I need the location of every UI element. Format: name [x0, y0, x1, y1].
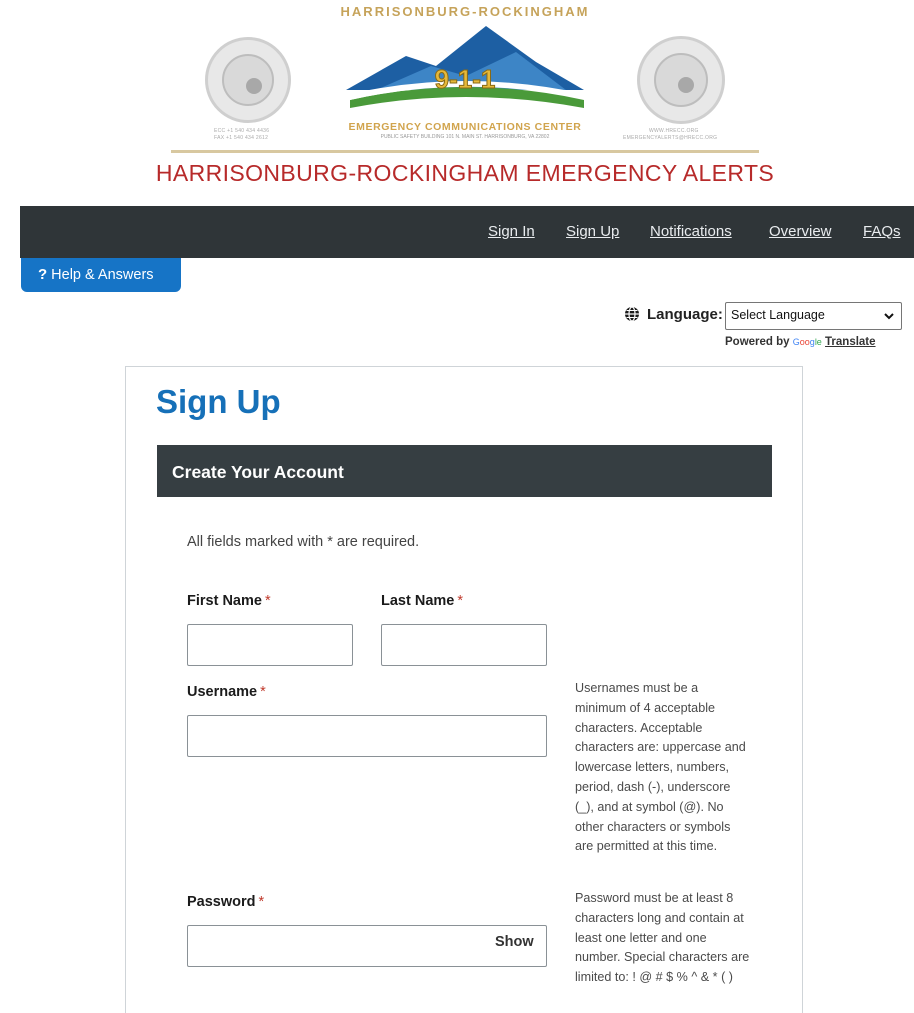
emblem-911-text: 9-1-1	[435, 64, 496, 94]
banner-phone: ECC +1 540 434 4436	[214, 128, 270, 134]
required-note: All fields marked with * are required.	[187, 534, 420, 550]
main-nav: Sign In Sign Up Notifications Overview F…	[20, 206, 914, 258]
first-name-label: First Name *	[187, 593, 271, 609]
translate-link[interactable]: Translate	[825, 336, 876, 348]
username-hint: Usernames must be a minimum of 4 accepta…	[575, 681, 746, 854]
help-answers-label: Help & Answers	[51, 267, 154, 283]
language-label: Language:	[647, 306, 723, 323]
nav-sign-in[interactable]: Sign In	[488, 223, 535, 240]
required-marker: *	[457, 593, 463, 609]
county-seal-logo	[637, 36, 725, 124]
help-answers-button[interactable]: ? Help & Answers	[21, 258, 181, 292]
language-select[interactable]: Select Language	[725, 302, 902, 330]
banner-divider	[171, 150, 759, 153]
username-input[interactable]	[187, 715, 547, 757]
city-seal-logo	[205, 37, 291, 123]
globe-icon	[625, 306, 639, 322]
password-label: Password *	[187, 894, 265, 910]
last-name-input[interactable]	[381, 624, 547, 666]
first-name-input[interactable]	[187, 624, 353, 666]
powered-by-google: Powered by Google Translate	[725, 336, 876, 348]
language-selected-value: Select Language	[731, 308, 825, 322]
question-icon: ?	[38, 266, 48, 283]
banner-fax: FAX +1 540 434 2612	[214, 135, 269, 141]
chevron-down-icon	[884, 313, 894, 320]
section-header: Create Your Account	[157, 445, 772, 497]
nav-faqs[interactable]: FAQs	[863, 223, 901, 240]
nav-notifications[interactable]: Notifications	[650, 223, 732, 240]
required-marker: *	[258, 894, 265, 910]
site-title: HARRISONBURG-ROCKINGHAM EMERGENCY ALERTS	[155, 160, 775, 186]
ecc-name: EMERGENCY COMMUNICATIONS CENTER	[348, 121, 582, 133]
header-banner: ECC +1 540 434 4436 FAX +1 540 434 2612 …	[0, 0, 914, 200]
required-marker: *	[264, 593, 271, 609]
password-input[interactable]	[187, 925, 547, 967]
banner-website: WWW.HRECC.ORG	[649, 128, 699, 134]
banner-email: EMERGENCYALERTS@HRECC.ORG	[623, 135, 718, 141]
nav-sign-up[interactable]: Sign Up	[566, 223, 619, 240]
page-title: Sign Up	[156, 383, 281, 420]
nav-overview[interactable]: Overview	[769, 223, 832, 240]
ecc-arc-text: HARRISONBURG-ROCKINGHAM	[340, 4, 590, 19]
last-name-label: Last Name *	[381, 593, 463, 609]
ecc-address: PUBLIC SAFETY BUILDING 101 N. MAIN ST. H…	[380, 134, 550, 140]
username-label: Username *	[187, 684, 266, 700]
required-marker: *	[260, 684, 266, 700]
password-hint: Password must be at least 8 characters l…	[575, 891, 750, 985]
show-password-button[interactable]: Show	[495, 934, 534, 950]
